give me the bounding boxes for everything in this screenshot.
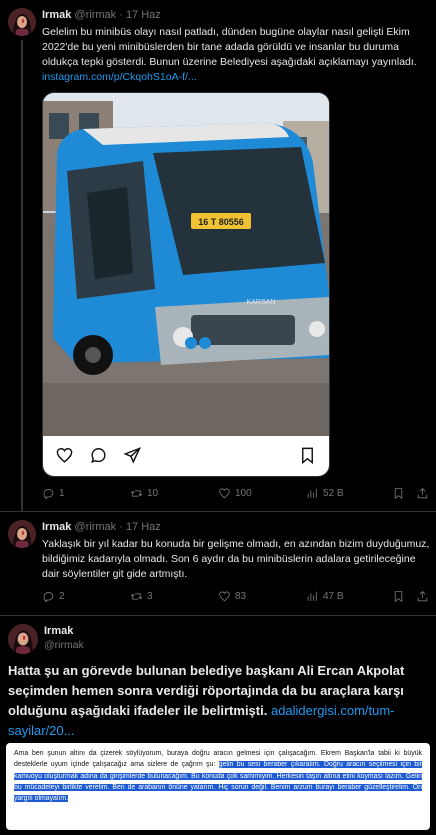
author-name[interactable]: Irmak	[42, 521, 71, 533]
heart-icon	[219, 591, 230, 602]
reply-button[interactable]: 2	[42, 590, 65, 603]
bookmark-button[interactable]	[392, 590, 405, 603]
tweet-header: Irmak @rirmak · 17 Haz	[42, 521, 161, 533]
reply-icon	[43, 489, 54, 500]
share-button[interactable]	[416, 590, 429, 603]
reply-count: 2	[59, 591, 65, 602]
repost-button[interactable]: 10	[130, 487, 158, 500]
instagram-action-bar	[43, 436, 329, 476]
brand-text: KARSAN	[247, 299, 276, 306]
views-count: 47 B	[323, 591, 344, 602]
quoted-article-image[interactable]: Ama ben şunun altını da çizerek söylüyor…	[6, 743, 430, 830]
author-name[interactable]: Irmak	[44, 625, 73, 637]
reply-count: 1	[59, 488, 65, 499]
tweet-media-image[interactable]: 16 T 80556 KARSAN	[42, 92, 330, 477]
reply-icon	[43, 592, 54, 603]
heart-icon[interactable]	[55, 446, 74, 465]
views-button[interactable]: 47 B	[306, 590, 344, 603]
author-name[interactable]: Irmak	[42, 9, 71, 21]
avatar[interactable]	[8, 624, 38, 654]
author-handle[interactable]: @rirmak	[74, 9, 116, 21]
reply-button[interactable]: 1	[42, 487, 65, 500]
separator-dot: ·	[119, 9, 123, 21]
like-count: 83	[235, 591, 247, 602]
separator-dot: ·	[119, 521, 123, 533]
bookmark-icon	[394, 488, 403, 500]
share-icon	[417, 488, 428, 499]
avatar[interactable]	[8, 8, 36, 36]
author-handle[interactable]: @rirmak	[44, 639, 84, 651]
tweet-actions: 2 3 83 47 B	[42, 590, 430, 606]
tweet-text: Yaklaşık bir yıl kadar bu konuda bir gel…	[42, 538, 430, 580]
tweet-date[interactable]: 17 Haz	[126, 9, 161, 21]
tweet-link[interactable]: instagram.com/p/CkqohS1oA-f/...	[42, 71, 197, 83]
like-button[interactable]: 83	[218, 590, 246, 603]
tweet-1[interactable]: Irmak @rirmak · 17 Haz Gelelim bu minibü…	[0, 0, 436, 512]
tweet-header: Irmak @rirmak · 17 Haz	[42, 9, 161, 21]
avatar[interactable]	[8, 520, 36, 548]
send-icon[interactable]	[123, 446, 142, 465]
tweet-text: Gelelim bu minibüs olayı nasıl patladı, …	[42, 25, 430, 85]
bookmark-icon	[394, 591, 403, 603]
views-count: 52 B	[323, 488, 344, 499]
author-handle[interactable]: @rirmak	[74, 521, 116, 533]
repost-count: 3	[147, 591, 153, 602]
share-icon	[417, 591, 428, 602]
repost-button[interactable]: 3	[130, 590, 153, 603]
tweet-body: Gelelim bu minibüs olayı nasıl patladı, …	[42, 26, 417, 68]
share-button[interactable]	[416, 487, 429, 500]
comment-icon[interactable]	[89, 446, 108, 465]
views-icon	[307, 488, 317, 498]
tweet-text: Hatta şu an görevde bulunan belediye baş…	[8, 661, 428, 741]
plate-text: 16 T 80556	[198, 217, 244, 227]
repost-count: 10	[147, 488, 159, 499]
tweet-date[interactable]: 17 Haz	[126, 521, 161, 533]
like-count: 100	[235, 488, 252, 499]
repost-icon	[130, 593, 143, 600]
views-button[interactable]: 52 B	[306, 487, 344, 500]
tweet-actions: 1 10 100 52 B	[42, 487, 430, 503]
save-icon[interactable]	[298, 446, 317, 465]
repost-icon	[130, 490, 143, 497]
heart-icon	[219, 488, 230, 499]
views-icon	[307, 591, 317, 601]
tweet-2[interactable]: Irmak @rirmak · 17 Haz Yaklaşık bir yıl …	[0, 512, 436, 616]
thread-line	[21, 40, 23, 512]
like-button[interactable]: 100	[218, 487, 252, 500]
minibus-photo: 16 T 80556 KARSAN	[43, 93, 329, 438]
bookmark-button[interactable]	[392, 487, 405, 500]
